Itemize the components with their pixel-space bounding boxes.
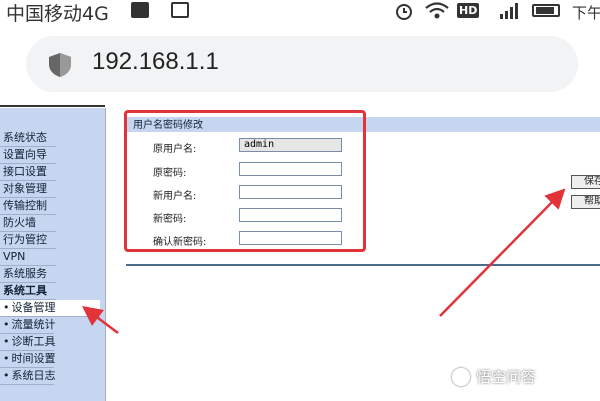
annotation-overlay [82,188,566,334]
watermark-logo [452,368,470,386]
arrow-to-device-management [82,306,119,334]
watermark: 悟空问答 [476,368,537,386]
arrow-to-save-button [439,188,566,317]
